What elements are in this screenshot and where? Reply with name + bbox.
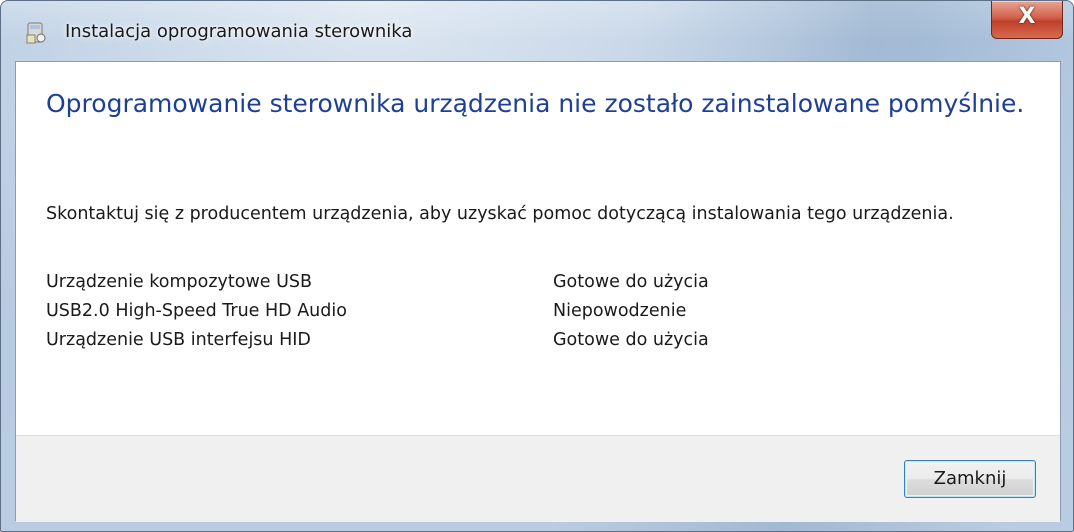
dialog-footer: Zamknij bbox=[16, 435, 1060, 522]
title-bar[interactable]: Instalacja oprogramowania sterownika X bbox=[1, 1, 1073, 59]
device-name: Urządzenie USB interfejsu HID bbox=[46, 330, 311, 350]
device-status: Niepowodzenie bbox=[553, 301, 687, 321]
close-button[interactable]: Zamknij bbox=[904, 460, 1036, 498]
device-name: Urządzenie kompozytowe USB bbox=[46, 272, 313, 292]
dialog-window: Instalacja oprogramowania sterownika X O… bbox=[0, 0, 1074, 532]
error-message: Skontaktuj się z producentem urządzenia,… bbox=[46, 204, 954, 224]
device-status: Gotowe do użycia bbox=[553, 272, 709, 292]
window-close-button[interactable]: X bbox=[991, 1, 1063, 39]
window-title: Instalacja oprogramowania sterownika bbox=[65, 21, 413, 42]
device-row: Urządzenie USB interfejsu HID Gotowe do … bbox=[46, 326, 946, 355]
device-status-list: Urządzenie kompozytowe USB Gotowe do uży… bbox=[46, 268, 946, 355]
close-icon: X bbox=[1018, 4, 1036, 29]
dialog-content: Oprogramowanie sterownika urządzenia nie… bbox=[15, 61, 1061, 522]
device-status: Gotowe do użycia bbox=[553, 330, 709, 350]
error-heading: Oprogramowanie sterownika urządzenia nie… bbox=[46, 89, 1025, 118]
device-name: USB2.0 High-Speed True HD Audio bbox=[46, 301, 347, 321]
driver-install-icon bbox=[26, 22, 46, 44]
device-row: USB2.0 High-Speed True HD Audio Niepowod… bbox=[46, 297, 946, 326]
device-row: Urządzenie kompozytowe USB Gotowe do uży… bbox=[46, 268, 946, 297]
